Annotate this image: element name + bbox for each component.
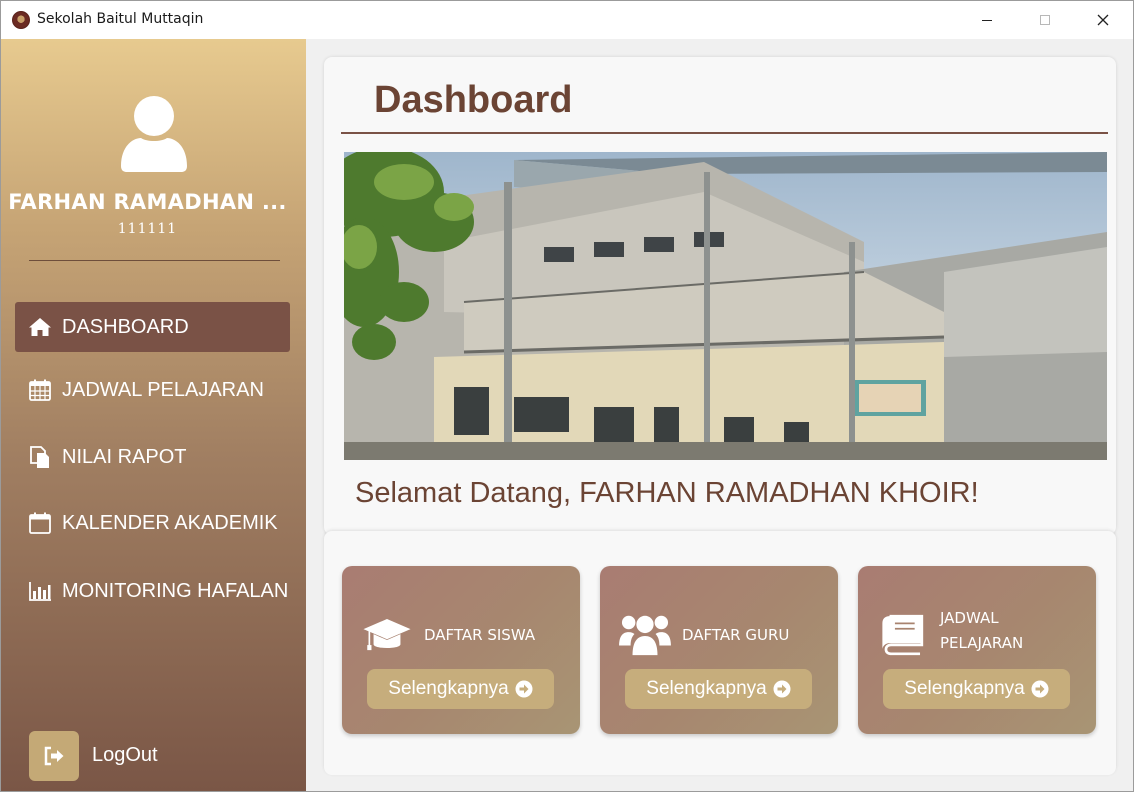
maximize-button[interactable] (1016, 1, 1074, 39)
book-icon (874, 610, 932, 660)
user-avatar-icon (121, 96, 187, 172)
close-icon (1097, 14, 1109, 26)
calendar-grid-icon (27, 377, 53, 403)
logout-icon (44, 746, 64, 766)
title-bar: Sekolah Baitul Muttaqin (1, 1, 1133, 39)
arrow-circle-right-icon (773, 680, 791, 698)
user-name: FARHAN RAMADHAN ... (8, 190, 287, 214)
sidebar-item-dashboard[interactable]: DASHBOARD (15, 302, 290, 352)
logout-button[interactable] (29, 731, 79, 781)
tile-daftar-siswa: DAFTAR SISWA Selengkapnya (342, 566, 580, 734)
title-divider (341, 132, 1108, 134)
app-window: Sekolah Baitul Muttaqin FARHAN RAMADHAN … (0, 0, 1134, 792)
sidebar-item-monitoring-hafalan[interactable]: MONITORING HAFALAN (15, 566, 290, 616)
shortcut-panel: DAFTAR SISWA Selengkapnya DAFTAR GURU Se… (324, 531, 1116, 775)
button-label: Selengkapnya (646, 678, 767, 699)
sidebar-item-label: NILAI RAPOT (62, 445, 187, 468)
sidebar-item-label: JADWAL PELAJARAN (62, 378, 264, 401)
calendar-icon (27, 510, 53, 536)
arrow-circle-right-icon (515, 680, 533, 698)
logout-label[interactable]: LogOut (92, 744, 158, 767)
tile-label: JADWAL PELAJARAN (940, 609, 1024, 652)
main-content: Dashboard Selamat Datang, FARHAN RAMADHA… (306, 39, 1133, 791)
minimize-button[interactable] (958, 1, 1016, 39)
page-title: Dashboard (374, 79, 573, 121)
graduation-cap-icon (358, 610, 416, 660)
sidebar-divider (29, 260, 280, 261)
maximize-icon (1040, 15, 1050, 25)
selengkapnya-button[interactable]: Selengkapnya (883, 669, 1070, 709)
tile-jadwal-pelajaran: JADWAL PELAJARAN Selengkapnya (858, 566, 1096, 734)
users-icon (616, 610, 674, 660)
document-copy-icon (27, 444, 53, 470)
user-id: 111111 (117, 221, 178, 237)
minimize-icon (982, 19, 992, 21)
sidebar-item-label: KALENDER AKADEMIK (62, 511, 278, 534)
school-logo-icon (12, 11, 30, 29)
tile-label: DAFTAR GURU (682, 626, 790, 644)
sidebar: FARHAN RAMADHAN ... 111111 DASHBOARD JAD… (1, 39, 306, 791)
sidebar-item-nilai-rapot[interactable]: NILAI RAPOT (15, 432, 290, 482)
sidebar-item-jadwal-pelajaran[interactable]: JADWAL PELAJARAN (15, 365, 290, 415)
tile-label: DAFTAR SISWA (424, 626, 536, 644)
arrow-circle-right-icon (1031, 680, 1049, 698)
window-title: Sekolah Baitul Muttaqin (37, 11, 204, 27)
home-icon (27, 314, 53, 340)
selengkapnya-button[interactable]: Selengkapnya (625, 669, 812, 709)
tile-daftar-guru: DAFTAR GURU Selengkapnya (600, 566, 838, 734)
sidebar-item-label: MONITORING HAFALAN (62, 579, 289, 602)
selengkapnya-button[interactable]: Selengkapnya (367, 669, 554, 709)
bar-chart-icon (27, 578, 53, 604)
sidebar-item-kalender-akademik[interactable]: KALENDER AKADEMIK (15, 498, 290, 548)
button-label: Selengkapnya (904, 678, 1025, 699)
dashboard-card: Dashboard Selamat Datang, FARHAN RAMADHA… (324, 57, 1116, 535)
button-label: Selengkapnya (388, 678, 509, 699)
close-button[interactable] (1074, 1, 1132, 39)
school-building-photo (344, 152, 1107, 460)
welcome-message: Selamat Datang, FARHAN RAMADHAN KHOIR! (355, 477, 979, 509)
sidebar-item-label: DASHBOARD (62, 315, 189, 338)
